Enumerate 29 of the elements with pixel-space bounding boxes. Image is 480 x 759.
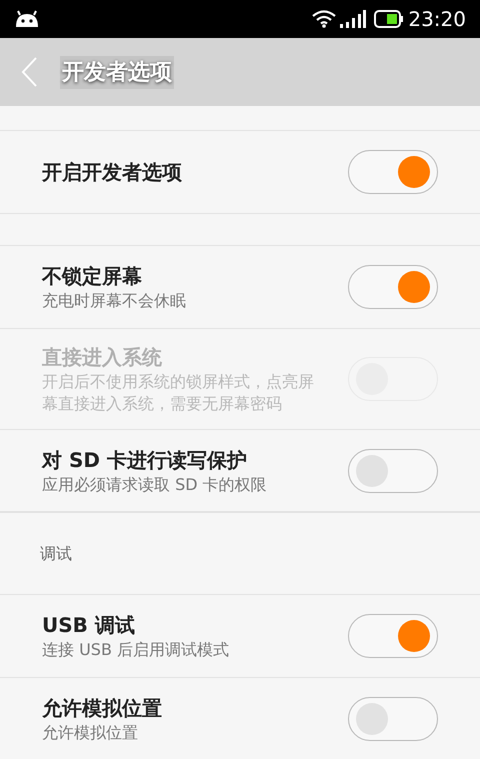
setting-title: 对 SD 卡进行读写保护 [42,446,248,474]
toggle-switch[interactable] [348,696,438,740]
setting-description: 允许模拟位置 [42,722,139,744]
setting-row[interactable]: 不锁定屏幕 充电时屏幕不会休眠 [0,245,480,328]
wifi-icon [312,10,336,28]
setting-title: 不锁定屏幕 [42,263,143,290]
setting-title: USB 调试 [42,612,136,639]
setting-title: 直接进入系统 [42,344,163,371]
toggle-switch[interactable] [348,614,438,658]
setting-description: 充电时屏幕不会休眠 [42,290,187,312]
signal-icon [340,10,366,28]
setting-row[interactable]: USB 调试 连接 USB 后启用调试模式 [0,594,480,677]
setting-title: 允许模拟位置 [42,694,163,722]
setting-description: 开启后不使用系统的锁屏样式，点亮屏幕直接进入系统，需要无屏幕密码 [42,371,315,415]
toggle-switch[interactable] [348,150,438,194]
setting-row[interactable]: 开启开发者选项 [0,130,480,214]
status-time: 23:20 [408,6,466,33]
android-icon [14,10,40,28]
setting-title: 开启开发者选项 [42,159,183,186]
battery-icon [374,10,404,28]
page-title: 开发者选项 [60,56,174,88]
toggle-switch[interactable] [348,265,438,309]
setting-description: 连接 USB 后启用调试模式 [42,639,230,661]
back-icon[interactable] [20,56,38,88]
section-header: 调试 [40,542,72,564]
setting-row[interactable]: 允许模拟位置 允许模拟位置 [0,677,480,759]
setting-description: 应用必须请求读取 SD 卡的权限 [42,474,268,496]
setting-row[interactable]: 对 SD 卡进行读写保护 应用必须请求读取 SD 卡的权限 [0,429,480,512]
toggle-switch[interactable] [348,448,438,492]
